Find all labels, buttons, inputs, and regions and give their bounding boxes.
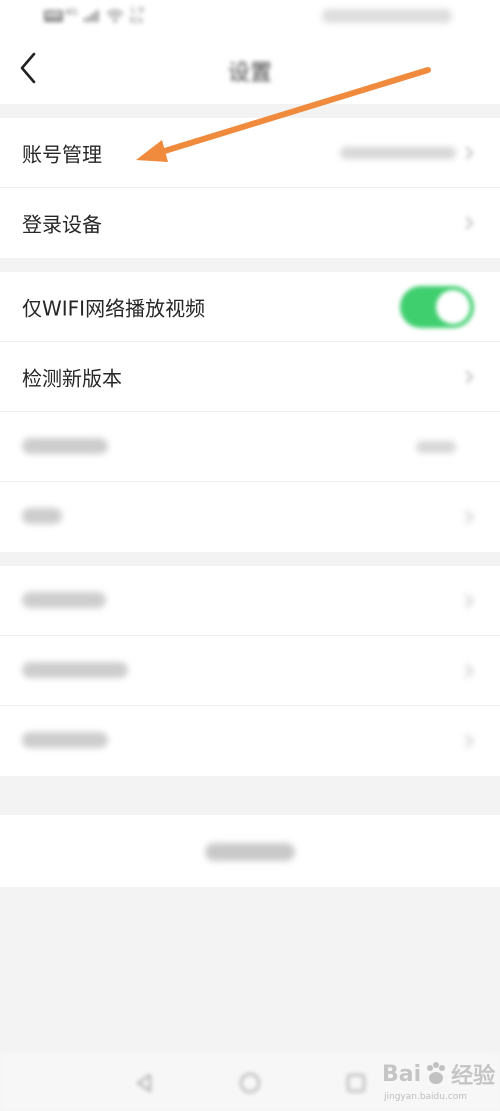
- recents-square-icon[interactable]: [344, 1071, 368, 1095]
- blurred-label: [22, 589, 106, 613]
- network-speed-unit: K/s: [129, 16, 144, 26]
- watermark-brand: Bai: [382, 1061, 422, 1087]
- top-bar: 设置: [0, 34, 500, 104]
- logout-button[interactable]: [0, 815, 500, 887]
- settings-item-check-update[interactable]: 检测新版本: [0, 342, 500, 412]
- wifi-only-toggle[interactable]: [400, 286, 474, 328]
- home-circle-icon[interactable]: [238, 1071, 262, 1095]
- watermark-brand-suffix: 经验: [451, 1064, 496, 1089]
- network-generation: 4G: [65, 8, 78, 18]
- account-value-blurred: [340, 147, 456, 159]
- back-triangle-icon[interactable]: [132, 1071, 156, 1095]
- watermark-logo: Bai 经验: [382, 1058, 495, 1090]
- blurred-label: [22, 435, 108, 459]
- hd-badge: HD: [44, 10, 64, 22]
- chevron-right-icon: [465, 216, 474, 230]
- settings-item-wifi-only-video[interactable]: 仅WIFI网络播放视频: [0, 272, 500, 342]
- section-gap: [0, 104, 500, 118]
- section-gap: [0, 258, 500, 272]
- wifi-icon: [106, 9, 124, 23]
- chevron-right-icon: [465, 734, 474, 748]
- settings-item-blurred-1[interactable]: [0, 412, 500, 482]
- page-title: 设置: [227, 61, 272, 86]
- blurred-label: [22, 729, 108, 753]
- logout-label-blurred: [205, 843, 295, 861]
- signal-icon: [83, 10, 99, 22]
- settings-item-account-management[interactable]: 账号管理: [0, 118, 500, 188]
- chevron-right-icon: [465, 594, 474, 608]
- settings-item-blurred-3[interactable]: [0, 566, 500, 636]
- section-gap: [0, 552, 500, 566]
- settings-item-blurred-4[interactable]: [0, 636, 500, 706]
- network-speed: 1.9 K/s: [130, 6, 144, 26]
- blurred-label: [22, 659, 128, 683]
- network-speed-value: 1.9: [129, 6, 145, 16]
- blurred-label: [22, 505, 62, 529]
- chevron-right-icon: [465, 370, 474, 384]
- settings-item-blurred-5[interactable]: [0, 706, 500, 776]
- settings-item-login-devices[interactable]: 登录设备: [0, 188, 500, 258]
- toggle-knob: [436, 290, 470, 324]
- watermark-url: jingyan.baidu.com: [384, 1092, 468, 1102]
- settings-item-label: 账号管理: [22, 142, 102, 167]
- chevron-right-icon: [465, 510, 474, 524]
- chevron-right-icon: [465, 664, 474, 678]
- settings-item-label: 登录设备: [22, 212, 102, 237]
- settings-item-label: 检测新版本: [22, 366, 122, 391]
- status-bar-left: HD 4G 1.9 K/s: [44, 6, 144, 26]
- status-bar: HD 4G 1.9 K/s: [0, 0, 500, 34]
- status-bar-right-blurred: [322, 9, 452, 23]
- settings-item-label: 仅WIFI网络播放视频: [22, 296, 206, 321]
- settings-item-blurred-2[interactable]: [0, 482, 500, 552]
- blurred-value: [416, 441, 456, 453]
- chevron-right-icon: [465, 146, 474, 160]
- paw-icon: [427, 1062, 446, 1084]
